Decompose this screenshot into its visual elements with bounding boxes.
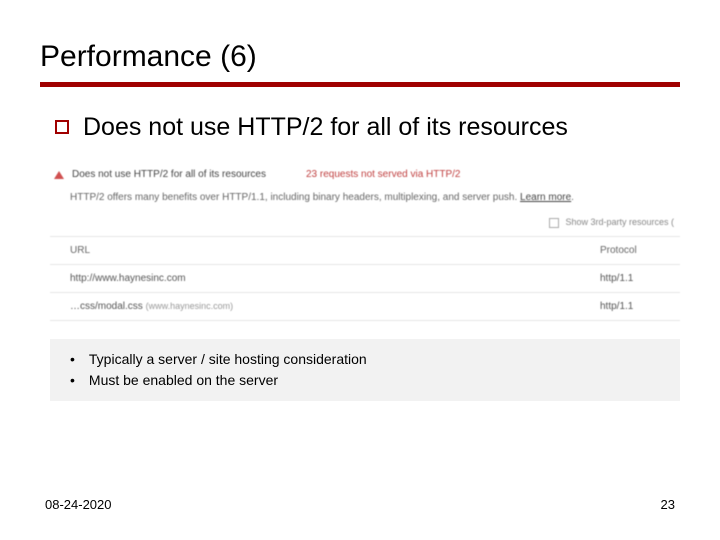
sub-bullet: • Typically a server / site hosting cons… [65, 349, 665, 370]
col-url: URL [50, 237, 580, 265]
third-party-label: Show 3rd-party resources ( [565, 217, 674, 227]
checkbox-icon[interactable] [549, 218, 559, 228]
bullet-dot-icon: • [70, 370, 75, 391]
audit-count: 23 requests not served via HTTP/2 [306, 169, 461, 180]
audit-header: Does not use HTTP/2 for all of its resou… [50, 163, 680, 186]
audit-table: URL Protocol http://www.haynesinc.com ht… [50, 237, 680, 321]
table-row: …css/modal.css (www.haynesinc.com) http/… [50, 292, 680, 320]
sub-bullet-text: Typically a server / site hosting consid… [89, 349, 367, 370]
row-protocol: http/1.1 [580, 264, 680, 292]
sub-bullets-block: • Typically a server / site hosting cons… [50, 339, 680, 401]
bullet-dot-icon: • [70, 349, 75, 370]
main-bullet-text: Does not use HTTP/2 for all of its resou… [83, 112, 568, 143]
slide-title: Performance (6) [40, 40, 680, 87]
audit-description: HTTP/2 offers many benefits over HTTP/1.… [50, 186, 680, 213]
main-bullet: Does not use HTTP/2 for all of its resou… [55, 112, 680, 143]
row-url: http://www.haynesinc.com [70, 273, 186, 284]
row-protocol: http/1.1 [580, 292, 680, 320]
table-row: http://www.haynesinc.com http/1.1 [50, 264, 680, 292]
audit-header-title: Does not use HTTP/2 for all of its resou… [72, 169, 266, 180]
footer-date: 08-24-2020 [45, 497, 112, 512]
col-protocol: Protocol [580, 237, 680, 265]
checkbox-icon [55, 120, 69, 134]
warning-icon [54, 171, 64, 179]
sub-bullet: • Must be enabled on the server [65, 370, 665, 391]
row-domain: (www.haynesinc.com) [146, 301, 234, 311]
row-url: …css/modal.css [70, 301, 143, 312]
third-party-toggle[interactable]: Show 3rd-party resources ( [50, 213, 680, 237]
learn-more-link[interactable]: Learn more [520, 192, 571, 203]
footer-page: 23 [661, 497, 675, 512]
slide-footer: 08-24-2020 23 [45, 497, 675, 512]
audit-panel: Does not use HTTP/2 for all of its resou… [50, 163, 680, 321]
sub-bullet-text: Must be enabled on the server [89, 370, 278, 391]
audit-description-text: HTTP/2 offers many benefits over HTTP/1.… [70, 192, 520, 203]
